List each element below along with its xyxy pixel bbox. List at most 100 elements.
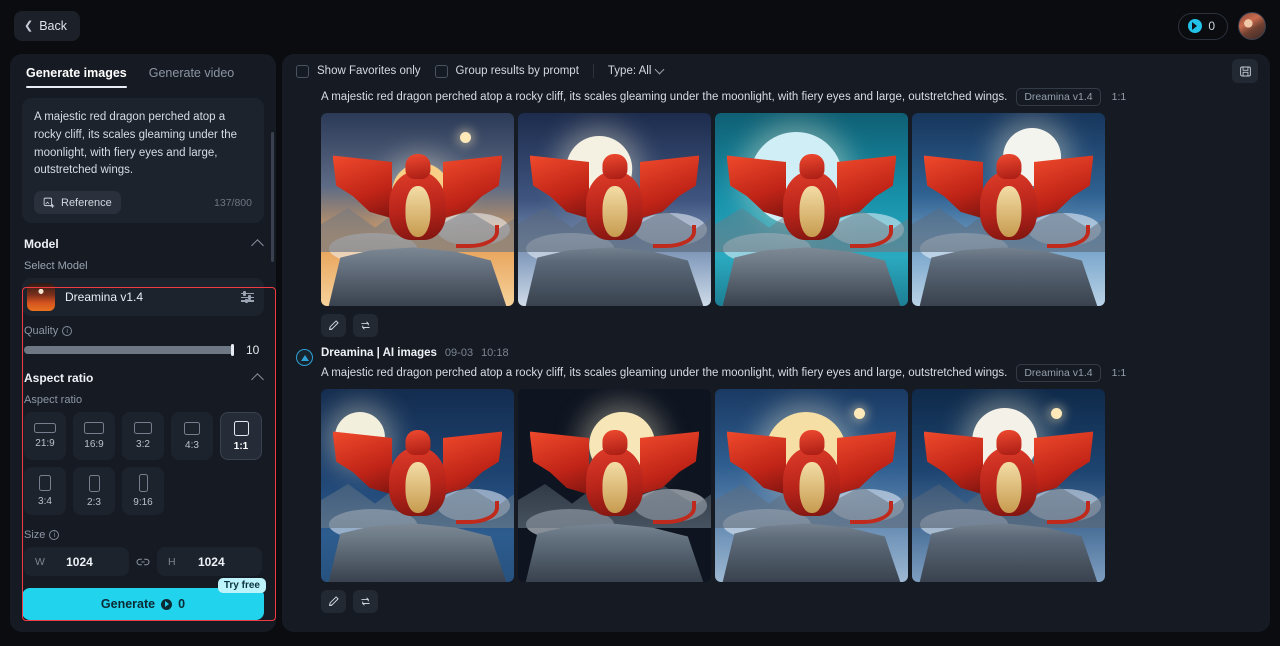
aspect-ratio-9-16[interactable]: 9:16 [122,467,164,516]
checkbox-box [296,64,309,78]
dragon-head [798,429,825,455]
edit-pencil-icon [329,596,339,606]
app-root: ❮ Back 0 Generate images Generate video [0,0,1280,646]
result-header: Dreamina | AI images 09-03 10:18 A majestic… [296,347,1256,382]
select-model-label: Select Model [24,260,88,273]
ratio-shape-icon [138,474,148,493]
ratio-shape-icon [39,475,51,492]
aspect-ratio-3-2[interactable]: 3:2 [122,412,164,461]
type-filter-dropdown[interactable]: Type: All [608,64,665,77]
edit-button[interactable] [321,590,346,613]
aspect-ratio-21-9[interactable]: 21:9 [24,412,66,461]
back-button[interactable]: ❮ Back [14,11,81,41]
dragon-head [798,153,825,179]
quality-slider[interactable] [24,344,234,357]
chevron-down-icon [654,64,665,74]
dragon-head [404,153,431,179]
tab-generate-video[interactable]: Generate video [149,66,234,88]
model-selector[interactable]: Dreamina v1.4 [22,278,264,317]
show-favorites-checkbox[interactable]: Show Favorites only [296,64,421,78]
toolbar-divider [592,64,594,78]
top-bar: ❮ Back 0 [0,0,1280,52]
width-prefix: W [35,555,45,568]
height-input[interactable]: H 1024 [157,547,262,577]
dreamina-badge-icon [296,349,313,366]
sliders-icon[interactable] [241,290,254,305]
aspect-ratio-2-3[interactable]: 2:3 [73,467,115,516]
aspect-ratio-1-1[interactable]: 1:1 [220,412,262,461]
regenerate-icon [361,321,370,330]
generate-label: Generate [100,597,156,611]
aspect-section-header[interactable]: Aspect ratio [24,371,264,387]
size-label-text: Size [24,529,46,542]
panel-tabs: Generate images Generate video [10,54,276,88]
result-image[interactable] [518,389,711,582]
chevron-left-icon: ❮ [24,19,34,32]
quality-label-text: Quality [24,325,59,338]
chevron-up-icon [251,373,264,387]
result-source: Dreamina | AI images [321,347,437,359]
info-icon[interactable]: i [62,325,73,336]
dragon-belly [601,186,628,237]
result-image[interactable] [321,113,514,306]
quality-slider-knob[interactable] [231,344,234,357]
aspect-ratio-label: 16:9 [84,439,104,451]
result-image[interactable] [715,113,908,306]
artwork [321,389,514,582]
result-image[interactable] [518,113,711,306]
left-panel-scroll: A majestic red dragon perched atop a roc… [10,88,276,578]
show-favorites-label: Show Favorites only [317,65,421,77]
prompt-footer: Reference 137/800 [34,191,252,215]
aspect-section-title: Aspect ratio [24,371,94,386]
link-icon[interactable] [136,556,150,568]
result-image[interactable] [912,389,1105,582]
height-prefix: H [168,555,176,568]
aspect-ratio-4-3[interactable]: 4:3 [171,412,213,461]
credits-badge[interactable]: 0 [1178,12,1228,40]
image-grid [296,113,1256,306]
result-image[interactable] [912,113,1105,306]
user-avatar[interactable] [1238,12,1266,40]
reference-button[interactable]: Reference [34,191,121,215]
generate-button[interactable]: Generate 0 Try free [22,578,266,620]
aspect-ratio-label: 21:9 [35,438,55,450]
tab-generate-images[interactable]: Generate images [26,66,127,88]
left-panel: Generate images Generate video A majesti… [10,54,276,632]
prompt-box[interactable]: A majestic red dragon perched atop a roc… [22,98,264,224]
results-list: A majestic red dragon perched atop a roc… [282,88,1270,613]
width-input[interactable]: W 1024 [24,547,129,577]
dragon-belly [404,186,431,237]
artwork [518,113,711,306]
width-value[interactable]: 1024 [45,555,118,569]
left-scrollbar[interactable] [271,132,274,262]
aspect-ratio-3-4[interactable]: 3:4 [24,467,66,516]
model-section-header[interactable]: Model [24,237,264,253]
aspect-ratio-16-9[interactable]: 16:9 [73,412,115,461]
regenerate-button[interactable] [353,590,378,613]
result-actions [296,590,1256,613]
group-results-checkbox[interactable]: Group results by prompt [434,64,579,78]
artwork [715,113,908,306]
folder-button[interactable] [1232,59,1258,83]
result-prompt-line: A majestic red dragon perched atop a roc… [321,364,1256,382]
regenerate-button[interactable] [353,314,378,337]
info-icon[interactable]: i [49,529,60,540]
ratio-shape-icon [34,423,56,434]
model-pill: Dreamina v1.4 [1016,88,1101,106]
ratio-shape-icon [233,420,249,436]
model-name: Dreamina v1.4 [65,290,144,305]
ratio-shape-icon [184,421,200,435]
back-label: Back [39,19,68,33]
prompt-input[interactable]: A majestic red dragon perched atop a roc… [34,109,252,180]
result-prompt: A majestic red dragon perched atop a roc… [321,367,1008,379]
generate-cost: 0 [178,597,186,611]
edit-button[interactable] [321,314,346,337]
height-value[interactable]: 1024 [176,555,251,569]
dragon-head [601,429,628,455]
dragon-belly [404,462,431,513]
dragon-belly [995,462,1022,513]
size-row: W 1024 H 1024 [24,547,262,577]
result-image[interactable] [321,389,514,582]
result-image[interactable] [715,389,908,582]
dragon-head [404,429,431,455]
